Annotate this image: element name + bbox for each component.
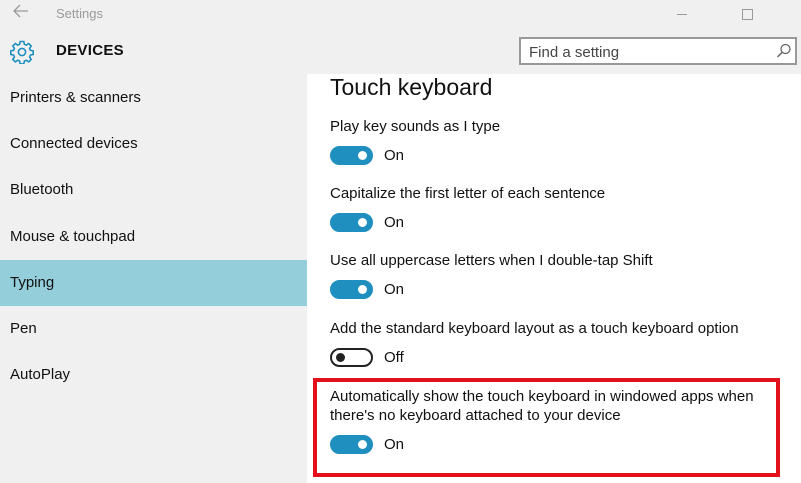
- maximize-icon: [741, 8, 753, 20]
- sidebar-item-label: Bluetooth: [10, 181, 74, 198]
- sidebar-item-bluetooth[interactable]: Bluetooth: [0, 167, 307, 213]
- toggle-state-label: On: [384, 147, 405, 164]
- toggle-play-key-sounds[interactable]: [330, 146, 373, 165]
- toggle-capitalize[interactable]: [330, 213, 373, 232]
- window-title: Settings: [56, 6, 103, 21]
- sidebar-item-autoplay[interactable]: AutoPlay: [0, 352, 307, 398]
- maximize-button[interactable]: [725, 0, 769, 28]
- toggle-auto-show-keyboard[interactable]: [330, 435, 373, 454]
- toggle-uppercase-shift[interactable]: [330, 280, 373, 299]
- back-arrow-icon[interactable]: [10, 4, 32, 24]
- toggle-state-label: On: [384, 214, 405, 231]
- toggle-state-label: On: [384, 281, 405, 298]
- toggle-knob: [358, 440, 367, 449]
- sidebar-item-label: Printers & scanners: [10, 89, 141, 106]
- toggle-state-label: On: [384, 436, 405, 453]
- title-bar: Settings: [0, 0, 801, 28]
- sidebar-item-mouse-touchpad[interactable]: Mouse & touchpad: [0, 214, 307, 260]
- sidebar-item-typing[interactable]: Typing: [0, 260, 307, 306]
- toggle-standard-layout[interactable]: [330, 348, 373, 367]
- toggle-knob: [336, 353, 345, 362]
- sidebar-item-label: AutoPlay: [10, 366, 71, 383]
- setting-label-play-key-sounds: Play key sounds as I type: [330, 118, 501, 135]
- sidebar-item-printers-scanners[interactable]: Printers & scanners: [0, 75, 307, 121]
- sidebar-item-pen[interactable]: Pen: [0, 306, 307, 352]
- toggle-knob: [358, 151, 367, 160]
- minimize-button[interactable]: [660, 0, 704, 28]
- close-button[interactable]: [774, 0, 801, 28]
- minimize-icon: [677, 13, 687, 15]
- page-header: DEVICES: [0, 28, 801, 74]
- setting-label-capitalize: Capitalize the first letter of each sent…: [330, 185, 606, 202]
- toggle-knob: [358, 285, 367, 294]
- sidebar-item-connected-devices[interactable]: Connected devices: [0, 121, 307, 167]
- section-title: DEVICES: [56, 42, 124, 59]
- sidebar-item-label: Typing: [10, 274, 55, 291]
- toggle-knob: [358, 218, 367, 227]
- setting-label-uppercase-shift: Use all uppercase letters when I double-…: [330, 252, 653, 269]
- setting-label-auto-show-line1: Automatically show the touch keyboard in…: [330, 388, 754, 405]
- search-box[interactable]: [519, 37, 797, 65]
- sidebar-item-label: Pen: [10, 320, 37, 337]
- setting-label-auto-show-line2: there's no keyboard attached to your dev…: [330, 407, 621, 424]
- gear-icon: [9, 40, 34, 65]
- sidebar: Printers & scanners Connected devices Bl…: [0, 74, 307, 483]
- main-content: Touch keyboard Play key sounds as I type…: [307, 74, 801, 483]
- page-title: Touch keyboard: [330, 74, 493, 100]
- setting-label-standard-layout: Add the standard keyboard layout as a to…: [330, 320, 739, 337]
- search-input[interactable]: [529, 41, 769, 63]
- sidebar-item-label: Mouse & touchpad: [10, 228, 136, 245]
- sidebar-item-label: Connected devices: [10, 135, 138, 152]
- search-icon[interactable]: [775, 42, 793, 60]
- toggle-state-label: Off: [384, 349, 404, 366]
